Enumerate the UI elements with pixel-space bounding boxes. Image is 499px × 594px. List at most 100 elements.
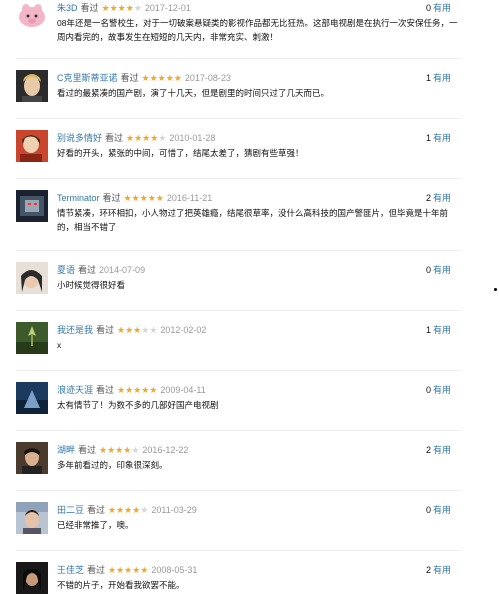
avatar[interactable]	[16, 562, 48, 594]
useful-vote-button[interactable]: 有用	[433, 193, 451, 203]
comment-text: 不错的片子，开始看我欲罢不能。	[57, 580, 185, 590]
useful-vote-button[interactable]: 有用	[433, 565, 451, 575]
vote-count: 0	[425, 3, 431, 13]
divider	[16, 178, 462, 179]
useful-count: 2 有用	[426, 191, 451, 204]
rating-stars: ★★★★★	[141, 73, 182, 83]
divider	[16, 118, 462, 119]
watch-status: 看过	[102, 193, 121, 203]
vote-count: 2	[425, 445, 431, 455]
useful-count: 1 有用	[426, 131, 451, 144]
watch-status: 看过	[120, 73, 139, 83]
watch-status: 看过	[78, 265, 97, 275]
comment-text: 好看的开头，紧张的中间，可惜了，结尾太差了，猜剧有些草强！	[57, 148, 304, 158]
avatar[interactable]	[16, 70, 48, 102]
useful-vote-button[interactable]: 有用	[433, 325, 451, 335]
useful-count: 2 有用	[426, 443, 451, 456]
useful-count: 0 有用	[426, 263, 451, 276]
comment-meta: 朱3D 看过 ★★★★★ 2017-12-01	[57, 1, 470, 15]
comment-meta: 湖畔 看过 ★★★★★ 2016-12-22	[57, 443, 470, 457]
comment-meta: Terminator 看过 ★★★★★ 2016-11-21	[57, 191, 470, 205]
comment-date: 2008-05-31	[151, 565, 198, 575]
comment-list: 朱3D 看过 ★★★★★ 2017-12-01 0 有用 08年还是一名警校生，对于一切破案…	[0, 0, 470, 594]
comment-text: 小时候觉得很好看	[57, 280, 126, 290]
comment-date: 2017-12-01	[144, 3, 191, 13]
vote-count: 1	[425, 73, 431, 83]
comment-text: 已经非常推了，噢。	[57, 520, 134, 530]
comment-text: 看过的最紧凑的国产剧，演了十几天，但是剧里的时间只过了几天而已。	[57, 88, 330, 98]
vote-count: 2	[425, 193, 431, 203]
user-link[interactable]: 朱3D	[57, 3, 78, 13]
user-link[interactable]: 夏语	[57, 265, 75, 275]
comment-text: 太有情节了！为数不多的几部好国产电视剧	[57, 400, 219, 410]
useful-count: 0 有用	[426, 1, 451, 14]
useful-vote-button[interactable]: 有用	[433, 73, 451, 83]
user-link[interactable]: 王佳芝	[57, 565, 84, 575]
rating-stars: ★★★★★	[99, 445, 140, 455]
comment-text: 08年还是一名警校生，对于一切破案悬疑类的影视作品都无比狂热。这部电视剧是在执行…	[57, 18, 458, 42]
vote-count: 2	[425, 565, 431, 575]
vote-count: 0	[425, 265, 431, 275]
useful-vote-button[interactable]: 有用	[433, 265, 451, 275]
user-link[interactable]: C克里斯蒂亚诺	[57, 73, 118, 83]
rating-stars: ★★★★★	[123, 193, 164, 203]
divider	[16, 310, 462, 311]
useful-vote-button[interactable]: 有用	[433, 3, 451, 13]
comment-meta: 别说多情好 看过 ★★★★★ 2010-01-28	[57, 131, 470, 145]
user-link[interactable]: 湖畔	[57, 445, 75, 455]
user-link[interactable]: 我还是我	[57, 325, 93, 335]
avatar[interactable]	[16, 190, 48, 222]
watch-status: 看过	[105, 133, 124, 143]
comment-meta: C克里斯蒂亚诺 看过 ★★★★★ 2017-08-23	[57, 71, 470, 85]
comment-meta: 夏语 看过 2014-07-09	[57, 263, 470, 277]
divider	[16, 250, 462, 251]
user-link[interactable]: 别说多情好	[57, 133, 102, 143]
avatar[interactable]	[16, 0, 48, 32]
stray-dot	[494, 288, 497, 291]
comment-meta: 田二豆 看过 ★★★★★ 2011-03-29	[57, 503, 470, 517]
divider	[16, 370, 462, 371]
avatar[interactable]	[16, 502, 48, 534]
divider	[16, 430, 462, 431]
comment-date: 2014-07-09	[99, 265, 146, 275]
useful-vote-button[interactable]: 有用	[433, 505, 451, 515]
watch-status: 看过	[80, 3, 99, 13]
comment-meta: 浪迹天涯 看过 ★★★★★ 2009-04-11	[57, 383, 470, 397]
comment-date: 2011-03-29	[151, 505, 197, 515]
rating-stars: ★★★★★	[117, 385, 158, 395]
user-link[interactable]: Terminator	[57, 193, 100, 203]
useful-count: 0 有用	[426, 503, 451, 516]
rating-stars: ★★★★★	[108, 505, 149, 515]
comment-date: 2016-11-21	[166, 193, 213, 203]
user-link[interactable]: 浪迹天涯	[57, 385, 93, 395]
avatar[interactable]	[16, 382, 48, 414]
vote-count: 1	[425, 133, 431, 143]
useful-count: 1 有用	[426, 71, 451, 84]
comment-text: x	[57, 340, 62, 350]
useful-vote-button[interactable]: 有用	[433, 133, 451, 143]
user-link[interactable]: 田二豆	[57, 505, 84, 515]
watch-status: 看过	[87, 565, 106, 575]
comment-date: 2016-12-22	[142, 445, 189, 455]
divider	[16, 58, 462, 59]
comment-text: 情节紧凑，环环相扣，小人物过了把英雄瘾，结尾很草率，没什么高科技的国产警匪片，但…	[57, 208, 449, 232]
vote-count: 0	[425, 505, 431, 515]
avatar[interactable]	[16, 322, 48, 354]
rating-stars: ★★★★★	[101, 3, 142, 13]
rating-stars: ★★★★★	[117, 325, 158, 335]
vote-count: 0	[425, 385, 431, 395]
rating-stars: ★★★★★	[126, 133, 167, 143]
avatar[interactable]	[16, 262, 48, 294]
watch-status: 看过	[96, 385, 115, 395]
divider	[16, 550, 462, 551]
avatar[interactable]	[16, 130, 48, 162]
useful-vote-button[interactable]: 有用	[433, 385, 451, 395]
watch-status: 看过	[87, 505, 106, 515]
comment-date: 2012-02-02	[160, 325, 207, 335]
comment-meta: 王佳芝 看过 ★★★★★ 2008-05-31	[57, 563, 470, 577]
useful-count: 1 有用	[426, 323, 451, 336]
useful-count: 0 有用	[426, 383, 451, 396]
useful-vote-button[interactable]: 有用	[433, 445, 451, 455]
avatar[interactable]	[16, 442, 48, 474]
comment-date: 2009-04-11	[160, 385, 206, 395]
